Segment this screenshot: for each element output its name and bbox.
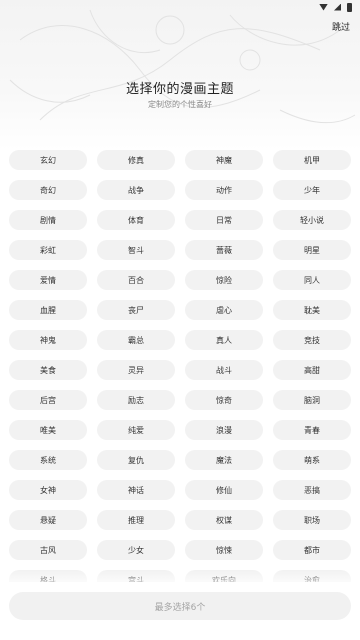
genre-chip[interactable]: 神魔	[185, 150, 263, 170]
genre-chip[interactable]: 霸总	[97, 330, 175, 350]
genre-chip[interactable]: 日常	[185, 210, 263, 230]
genre-chip[interactable]: 战争	[97, 180, 175, 200]
skip-button[interactable]: 跳过	[332, 20, 350, 33]
genre-chip[interactable]: 推理	[97, 510, 175, 530]
genre-chip[interactable]: 百合	[97, 270, 175, 290]
genre-chip[interactable]: 丧尸	[97, 300, 175, 320]
page-title: 选择你的漫画主题	[125, 82, 234, 97]
genre-chip[interactable]: 青春	[273, 420, 351, 440]
genre-chip[interactable]: 明星	[273, 240, 351, 260]
genre-grid: 玄幻 修真 神魔 机甲奇幻 战争 动作 少年剧情 体育 日常 轻小说彩虹 智斗 蔷薇 明星爱情 百合 惊险同…	[9, 150, 351, 582]
genre-chip[interactable]: 浪漫	[185, 420, 263, 440]
background-sketch	[9, 9, 356, 124]
genre-chip[interactable]: 轻小说	[273, 210, 351, 230]
genre-chip[interactable]: 恶搞	[273, 480, 351, 500]
genre-chip[interactable]: 彩虹	[9, 240, 87, 260]
genre-chip[interactable]: 高甜	[273, 360, 351, 380]
genre-chip[interactable]: 惊悚	[185, 540, 263, 560]
genre-chip[interactable]: 唯美	[9, 420, 87, 440]
genre-chip[interactable]: 爱情	[9, 270, 87, 290]
genre-chip[interactable]: 战斗	[185, 360, 263, 380]
wifi-icon	[319, 3, 328, 11]
genre-chip[interactable]: 血腥	[9, 300, 87, 320]
genre-chip[interactable]: 修真	[97, 150, 175, 170]
genre-chip[interactable]: 灵异	[97, 360, 175, 380]
genre-chip[interactable]: 女神	[9, 480, 87, 500]
genre-chip[interactable]: 同人	[273, 270, 351, 290]
genre-chip[interactable]: 纯爱	[97, 420, 175, 440]
genre-chip[interactable]: 复仇	[97, 450, 175, 470]
genre-chip[interactable]: 真人	[185, 330, 263, 350]
genre-chip[interactable]: 脑洞	[273, 390, 351, 410]
genre-chip[interactable]: 竞技	[273, 330, 351, 350]
genre-chip[interactable]: 耽美	[273, 300, 351, 320]
genre-chip[interactable]: 权谋	[185, 510, 263, 530]
genre-chip[interactable]: 惊奇	[185, 390, 263, 410]
genre-chip[interactable]: 古风	[9, 540, 87, 560]
genre-chip[interactable]: 萌系	[273, 450, 351, 470]
genre-chip[interactable]: 神话	[97, 480, 175, 500]
genre-chip[interactable]: 职场	[273, 510, 351, 530]
genre-chip[interactable]: 奇幻	[9, 180, 87, 200]
genre-chip[interactable]: 励志	[97, 390, 175, 410]
status-bar	[300, 0, 360, 14]
genre-chip[interactable]: 体育	[97, 210, 175, 230]
signal-icon	[334, 3, 341, 11]
page-subtitle: 定制您的个性喜好	[148, 100, 212, 109]
genre-chip[interactable]: 蔷薇	[185, 240, 263, 260]
genre-chip[interactable]: 惊险	[185, 270, 263, 290]
genre-chip[interactable]: 都市	[273, 540, 351, 560]
genre-chip[interactable]: 悬疑	[9, 510, 87, 530]
battery-icon	[347, 2, 352, 12]
genre-chip[interactable]: 神鬼	[9, 330, 87, 350]
confirm-button[interactable]: 最多选择6个	[9, 592, 351, 620]
genre-chip[interactable]: 玄幻	[9, 150, 87, 170]
genre-chip[interactable]: 少女	[97, 540, 175, 560]
genre-chip[interactable]: 少年	[273, 180, 351, 200]
genre-chip[interactable]: 动作	[185, 180, 263, 200]
genre-chip[interactable]: 修仙	[185, 480, 263, 500]
header-background-art	[0, 0, 360, 150]
genre-chip[interactable]: 后宫	[9, 390, 87, 410]
genre-chip[interactable]: 系统	[9, 450, 87, 470]
genre-chip[interactable]: 美食	[9, 360, 87, 380]
genre-chip[interactable]: 机甲	[273, 150, 351, 170]
genre-chip[interactable]: 虐心	[185, 300, 263, 320]
genre-chip[interactable]: 剧情	[9, 210, 87, 230]
genre-chip[interactable]: 魔法	[185, 450, 263, 470]
genre-chip[interactable]: 智斗	[97, 240, 175, 260]
